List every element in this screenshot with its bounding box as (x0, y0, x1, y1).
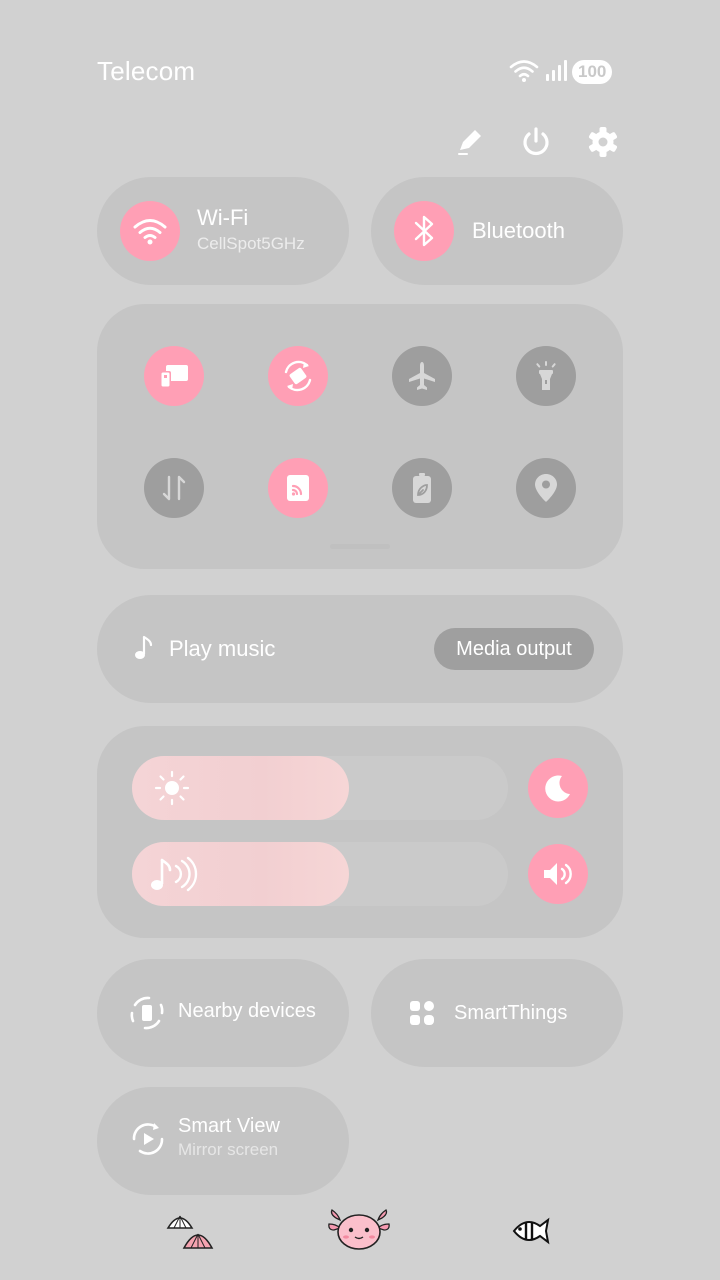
brightness-slider[interactable] (132, 756, 508, 820)
volume-slider[interactable] (132, 842, 508, 906)
signal-icon (544, 58, 568, 87)
flashlight-icon[interactable] (516, 346, 576, 406)
smartthings-icon (408, 999, 436, 1032)
settings-icon[interactable] (585, 124, 621, 160)
multi-window-icon[interactable] (144, 346, 204, 406)
fish-icon (510, 1214, 550, 1253)
airplane-icon[interactable] (392, 346, 452, 406)
power-icon[interactable] (518, 124, 554, 160)
wifi-label: Wi-Fi (197, 205, 249, 230)
nearby-devices-label: Nearby devices (178, 1000, 316, 1022)
media-output-button[interactable]: Media output (434, 628, 594, 670)
bluetooth-tile[interactable]: Bluetooth (371, 177, 623, 285)
wifi-toggle-icon[interactable] (120, 201, 180, 261)
smart-view-label: Smart View (178, 1115, 280, 1137)
smart-view-icon (130, 1121, 166, 1162)
location-icon[interactable] (516, 458, 576, 518)
sliders-panel (97, 726, 623, 938)
mobile-data-icon[interactable] (144, 458, 204, 518)
music-note-icon (133, 635, 155, 666)
cast-icon[interactable] (268, 458, 328, 518)
battery-level: 100 (572, 60, 613, 84)
sun-icon (154, 770, 190, 811)
moon-icon[interactable] (528, 758, 588, 818)
music-note-icon (148, 854, 198, 899)
page-indicator (330, 544, 390, 549)
play-music-label[interactable]: Play music (169, 636, 275, 662)
axolotl-icon (328, 1208, 390, 1259)
smart-view-sub: Mirror screen (178, 1140, 279, 1159)
nearby-devices-icon (127, 993, 167, 1038)
wifi-network-name: CellSpot5GHz (197, 234, 305, 253)
bluetooth-icon[interactable] (394, 201, 454, 261)
wifi-tile[interactable]: Wi-Fi CellSpot5GHz (97, 177, 349, 285)
edit-icon[interactable] (452, 124, 488, 160)
media-tile[interactable]: Play music Media output (97, 595, 623, 703)
wifi-icon (508, 57, 540, 88)
bluetooth-label: Bluetooth (472, 218, 565, 243)
smartthings-label: SmartThings (454, 1002, 568, 1024)
speaker-icon[interactable] (528, 844, 588, 904)
auto-rotate-icon[interactable] (268, 346, 328, 406)
quick-toggles-panel (97, 304, 623, 569)
carrier-label: Telecom (97, 56, 196, 86)
power-saving-icon[interactable] (392, 458, 452, 518)
smart-view-tile[interactable]: Smart View Mirror screen (97, 1087, 349, 1195)
status-icons: 100 (508, 57, 613, 88)
seashell-icon (164, 1208, 216, 1261)
smartthings-tile[interactable]: SmartThings (371, 959, 623, 1067)
nearby-devices-tile[interactable]: Nearby devices (97, 959, 349, 1067)
